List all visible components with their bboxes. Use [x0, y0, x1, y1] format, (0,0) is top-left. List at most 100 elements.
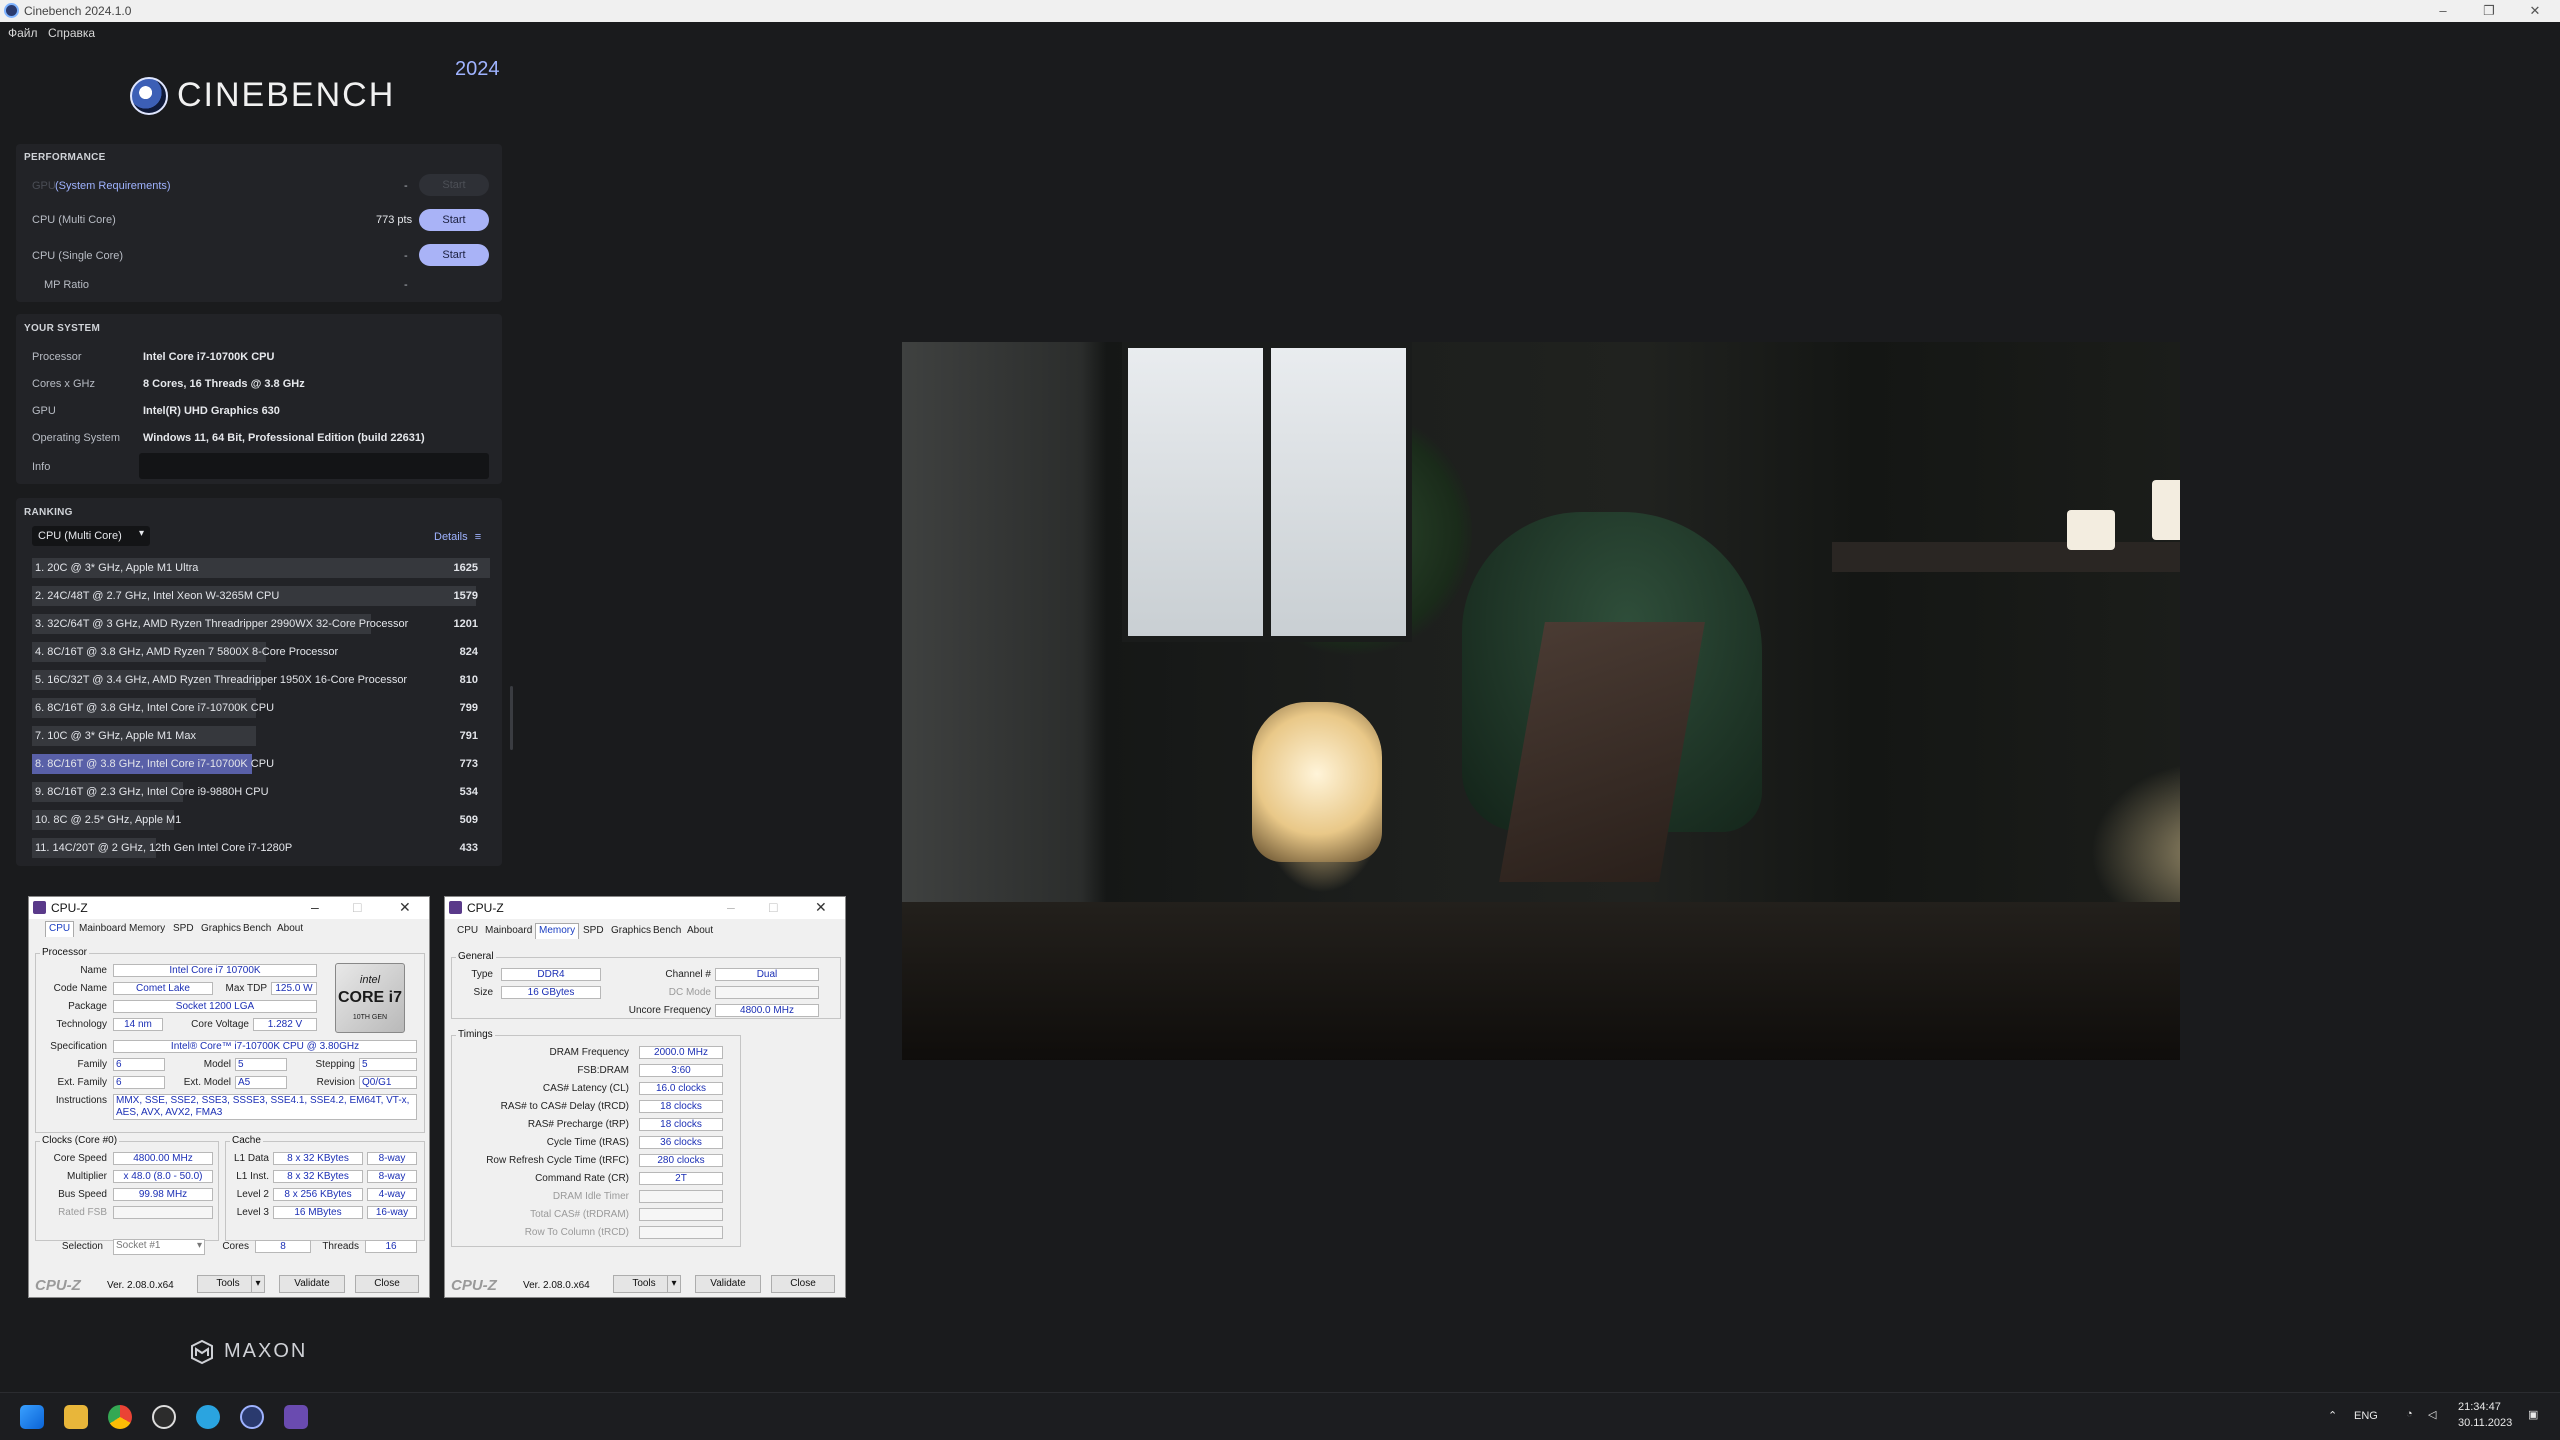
tab-mainboard[interactable]: Mainboard — [79, 923, 126, 934]
size-label: Size — [473, 987, 493, 998]
version-year: 2024 — [455, 58, 500, 80]
media-player-icon[interactable] — [152, 1405, 176, 1429]
gpu-start-button[interactable]: Start — [419, 174, 489, 196]
telegram-icon[interactable] — [196, 1405, 220, 1429]
ranking-label: 3. 32C/64T @ 3 GHz, AMD Ryzen Threadripp… — [35, 618, 409, 630]
close-app-button[interactable]: Close — [771, 1275, 835, 1293]
close-button[interactable]: ✕ — [2512, 0, 2558, 22]
fsb-dram-label: FSB:DRAM — [577, 1065, 629, 1076]
file-explorer-icon[interactable] — [64, 1405, 88, 1429]
system-requirements-link[interactable]: (System Requirements) — [55, 180, 171, 192]
l3-way: 16-way — [367, 1206, 417, 1219]
ranking-row[interactable]: 3. 32C/64T @ 3 GHz, AMD Ryzen Threadripp… — [32, 614, 490, 634]
notification-icon[interactable]: ▣ — [2528, 1408, 2538, 1421]
language-indicator[interactable]: ENG — [2354, 1410, 2378, 1422]
tab-about[interactable]: About — [687, 925, 713, 936]
tab-mainboard[interactable]: Mainboard — [485, 925, 532, 936]
window-title: Cinebench 2024.1.0 — [24, 4, 132, 18]
ranking-row[interactable]: 6. 8C/16T @ 3.8 GHz, Intel Core i7-10700… — [32, 698, 490, 718]
tools-button[interactable]: Tools — [613, 1275, 675, 1293]
cpuz-app-icon — [33, 901, 46, 914]
cpuz-title: CPU-Z — [467, 901, 504, 915]
tab-cpu[interactable]: CPU — [45, 921, 75, 937]
clock-date[interactable]: 30.11.2023 — [2458, 1417, 2512, 1429]
ranking-row[interactable]: 9. 8C/16T @ 2.3 GHz, Intel Core i9-9880H… — [32, 782, 490, 802]
clock-time[interactable]: 21:34:47 — [2458, 1401, 2501, 1413]
ranking-dropdown[interactable]: CPU (Multi Core) ▾ — [32, 526, 150, 546]
minimize-button[interactable]: – — [311, 899, 319, 915]
minimize-button[interactable]: – — [727, 899, 735, 915]
info-field[interactable] — [139, 453, 489, 479]
channel-label: Channel # — [665, 969, 711, 980]
ranking-dropdown-value: CPU (Multi Core) — [38, 530, 122, 542]
l1i-label: L1 Inst. — [236, 1171, 269, 1182]
tab-graphics[interactable]: Graphics — [611, 925, 651, 936]
maximize-button[interactable]: □ — [769, 899, 777, 915]
ranking-label: 4. 8C/16T @ 3.8 GHz, AMD Ryzen 7 5800X 8… — [35, 646, 339, 658]
cinebench-taskbar-icon[interactable] — [240, 1405, 264, 1429]
chevron-up-icon[interactable]: ⌃ — [2328, 1409, 2337, 1422]
maximize-button[interactable]: ❐ — [2466, 0, 2512, 22]
type-value: DDR4 — [501, 968, 601, 981]
tab-bench[interactable]: Bench — [243, 923, 271, 934]
tab-graphics[interactable]: Graphics — [201, 923, 241, 934]
cache-group-label: Cache — [230, 1135, 263, 1146]
cpuz-taskbar-icon[interactable] — [284, 1405, 308, 1429]
ranking-row[interactable]: 4. 8C/16T @ 3.8 GHz, AMD Ryzen 7 5800X 8… — [32, 642, 490, 662]
tab-cpu[interactable]: CPU — [457, 925, 478, 936]
ranking-row[interactable]: 5. 16C/32T @ 3.4 GHz, AMD Ryzen Threadri… — [32, 670, 490, 690]
cores-label: Cores — [222, 1241, 249, 1252]
l1d-label: L1 Data — [233, 1153, 269, 1164]
validate-button[interactable]: Validate — [695, 1275, 761, 1293]
menu-file[interactable]: Файл — [8, 26, 38, 40]
maxtdp-value: 125.0 W — [271, 982, 317, 995]
extmodel-label: Ext. Model — [183, 1077, 231, 1088]
ranking-row[interactable]: 7. 10C @ 3* GHz, Apple M1 Max 791 — [32, 726, 490, 746]
chevron-down-icon: ▾ — [196, 1240, 202, 1251]
tab-memory[interactable]: Memory — [129, 923, 165, 934]
tools-button[interactable]: Tools — [197, 1275, 259, 1293]
cores-label: Cores x GHz — [32, 378, 95, 390]
close-button[interactable]: ✕ — [815, 899, 827, 916]
menu-help[interactable]: Справка — [48, 26, 95, 40]
ranking-row[interactable]: 1. 20C @ 3* GHz, Apple M1 Ultra 1625 — [32, 558, 490, 578]
info-label: Info — [32, 461, 51, 473]
ranking-score: 509 — [459, 814, 478, 826]
ranking-row[interactable]: 2. 24C/48T @ 2.7 GHz, Intel Xeon W-3265M… — [32, 586, 490, 606]
cpuz-cpu-window: CPU-Z – □ ✕ CPU Mainboard Memory SPD Gra… — [28, 896, 430, 1298]
ranking-label: 9. 8C/16T @ 2.3 GHz, Intel Core i9-9880H… — [35, 786, 269, 798]
ranking-row[interactable]: 10. 8C @ 2.5* GHz, Apple M1 509 — [32, 810, 490, 830]
tab-spd[interactable]: SPD — [583, 925, 604, 936]
filter-icon: ≡ — [474, 531, 482, 543]
intel-core-i7-logo: intel CORE i7 10TH GEN — [335, 963, 405, 1033]
performance-heading: PERFORMANCE — [24, 152, 106, 163]
chrome-icon[interactable] — [108, 1405, 132, 1429]
tab-about[interactable]: About — [277, 923, 303, 934]
details-button[interactable]: Details ≡ — [434, 531, 481, 543]
minimize-button[interactable]: – — [2420, 0, 2466, 22]
close-button[interactable]: ✕ — [399, 899, 411, 916]
tools-dropdown-icon[interactable]: ▾ — [251, 1275, 265, 1293]
ranking-row[interactable]: 8. 8C/16T @ 3.8 GHz, Intel Core i7-10700… — [32, 754, 490, 774]
speaker-icon[interactable]: ◁ — [2428, 1408, 2436, 1421]
cinebench-logo: CINEBENCH — [177, 76, 396, 114]
l1i-value: 8 x 32 KBytes — [273, 1170, 363, 1183]
type-label: Type — [471, 969, 493, 980]
start-icon[interactable] — [20, 1405, 44, 1429]
scrollbar[interactable] — [510, 686, 513, 750]
selection-dropdown[interactable]: Socket #1 ▾ — [113, 1239, 205, 1255]
wifi-icon[interactable]: ◔ — [2406, 1408, 2413, 1420]
close-app-button[interactable]: Close — [355, 1275, 419, 1293]
ranking-row[interactable]: 11. 14C/20T @ 2 GHz, 12th Gen Intel Core… — [32, 838, 490, 858]
name-value: Intel Core i7 10700K — [113, 964, 317, 977]
cpu-multi-start-button[interactable]: Start — [419, 209, 489, 231]
maxon-logo-icon — [191, 1339, 213, 1365]
maximize-button[interactable]: □ — [353, 899, 361, 915]
validate-button[interactable]: Validate — [279, 1275, 345, 1293]
tools-dropdown-icon[interactable]: ▾ — [667, 1275, 681, 1293]
tab-memory[interactable]: Memory — [535, 923, 580, 939]
tab-spd[interactable]: SPD — [173, 923, 194, 934]
tab-bench[interactable]: Bench — [653, 925, 681, 936]
total-cas-label: Total CAS# (tRDRAM) — [530, 1209, 629, 1220]
cpu-single-start-button[interactable]: Start — [419, 244, 489, 266]
